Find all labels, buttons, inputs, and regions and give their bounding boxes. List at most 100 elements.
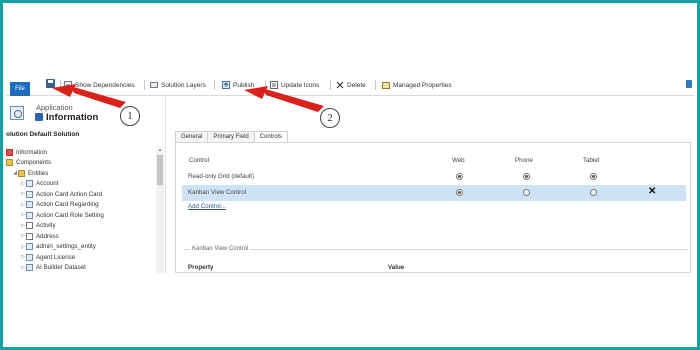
- step-badge-2: 2: [320, 108, 340, 128]
- control-name: Read-only Grid (default): [188, 173, 255, 180]
- toolbar-divider: [265, 80, 266, 90]
- tab-bar: General Primary Field Controls: [175, 131, 289, 142]
- tab-primary-field[interactable]: Primary Field: [207, 131, 255, 142]
- tree-item-entity[interactable]: ▷ Action Card Action Card: [6, 189, 156, 200]
- entity-icon: [26, 264, 33, 272]
- web-radio[interactable]: [456, 189, 463, 196]
- column-phone: Phone: [515, 157, 533, 164]
- entity-icon: [26, 201, 33, 209]
- tree-scrollbar[interactable]: ▲: [156, 147, 164, 273]
- control-name: Kanban View Control: [188, 189, 247, 196]
- tree-item-entity[interactable]: ▷ admin_settings_entity: [6, 242, 156, 253]
- tab-general[interactable]: General: [175, 131, 209, 142]
- application-icon: [10, 106, 24, 120]
- publish-icon: [222, 81, 230, 89]
- tree-item-entity[interactable]: ▷ AI Builder Dataset: [6, 263, 156, 274]
- tree-item-label: Information: [16, 148, 47, 156]
- tablet-radio[interactable]: [590, 173, 597, 180]
- entity-icon: [26, 190, 33, 198]
- phone-radio[interactable]: [523, 189, 530, 196]
- tree-item-label: Action Card Role Setting: [36, 211, 104, 219]
- tree-item-label: admin_settings_entity: [36, 243, 96, 251]
- toolbar-divider: [144, 80, 145, 90]
- entities-icon: [18, 169, 25, 177]
- layers-icon: [150, 81, 158, 89]
- address-icon: [26, 232, 33, 240]
- show-dependencies-button[interactable]: Show Dependencies: [64, 79, 135, 91]
- scroll-up-icon[interactable]: ▲: [156, 147, 164, 153]
- tree-item-components[interactable]: Components: [6, 158, 156, 169]
- toolbar-divider: [60, 80, 61, 90]
- component-tree: Information Components ◢ Entities ▷ Acco…: [6, 147, 156, 273]
- dependencies-icon: [64, 81, 72, 89]
- publish-label: Publish: [233, 81, 255, 89]
- tree-item-entity[interactable]: ▷ Account: [6, 179, 156, 190]
- entity-icon: [26, 180, 33, 188]
- update-icons-button[interactable]: Update Icons: [270, 79, 319, 91]
- tree-item-entity[interactable]: ▷ Agent License: [6, 252, 156, 263]
- scroll-thumb[interactable]: [157, 155, 163, 185]
- solution-explorer: Application Information olution Default …: [6, 97, 166, 273]
- tree-item-label: Entities: [28, 169, 49, 177]
- delete-label: Delete: [347, 81, 366, 89]
- tree-item-label: Action Card Regarding: [36, 201, 99, 209]
- delete-icon: [336, 81, 344, 89]
- help-icon[interactable]: [686, 80, 692, 88]
- managed-properties-icon: [382, 81, 390, 89]
- components-icon: [6, 159, 13, 167]
- entity-icon: [26, 211, 33, 219]
- update-icons-icon: [270, 81, 278, 89]
- toolbar-divider: [375, 80, 376, 90]
- tree-item-label: Activity: [36, 222, 56, 230]
- web-radio[interactable]: [456, 173, 463, 180]
- controls-grid-header: Control Web Phone Tablet: [186, 157, 686, 167]
- tree-item-entities[interactable]: ◢ Entities: [6, 168, 156, 179]
- column-tablet: Tablet: [583, 157, 600, 164]
- save-icon[interactable]: [46, 79, 55, 88]
- managed-properties-button[interactable]: Managed Properties: [382, 79, 452, 91]
- tree-item-label: Address: [36, 232, 59, 240]
- add-control-link[interactable]: Add Control...: [188, 203, 226, 210]
- delete-button[interactable]: Delete: [336, 79, 366, 91]
- step-badge-1: 1: [120, 106, 140, 126]
- tree-item-label: AI Builder Dataset: [36, 264, 86, 272]
- tree-item-label: Action Card Action Card: [36, 190, 103, 198]
- solution-name: olution Default Solution: [6, 131, 80, 138]
- tablet-radio[interactable]: [590, 189, 597, 196]
- section-divider: [184, 249, 688, 250]
- tree-item-label: Components: [16, 159, 52, 167]
- file-button[interactable]: File: [10, 82, 30, 96]
- page-title: Information: [46, 112, 99, 123]
- toolbar-divider: [214, 80, 215, 90]
- control-row-kanban-view[interactable]: Kanban View Control ✕: [182, 185, 686, 201]
- command-bar: File Show Dependencies Solution Layers P…: [6, 72, 694, 96]
- entity-icon: [26, 243, 33, 251]
- information-icon: [6, 148, 13, 156]
- tree-item-information[interactable]: Information: [6, 147, 156, 158]
- tab-controls[interactable]: Controls: [253, 131, 289, 142]
- tree-item-entity[interactable]: ▷ Action Card Role Setting: [6, 210, 156, 221]
- tree-item-entity[interactable]: ▷ Activity: [6, 221, 156, 232]
- value-column-header: Value: [388, 264, 405, 271]
- tree-item-label: Agent License: [36, 253, 76, 261]
- app-subtitle: Application: [36, 103, 73, 112]
- activity-icon: [26, 222, 33, 230]
- publish-button[interactable]: Publish: [222, 79, 254, 91]
- solution-layers-label: Solution Layers: [161, 81, 206, 89]
- managed-properties-label: Managed Properties: [393, 81, 452, 89]
- tree-item-entity[interactable]: ▷ Address: [6, 231, 156, 242]
- kanban-section-title: Kanban View Control: [190, 246, 251, 252]
- update-icons-label: Update Icons: [281, 81, 320, 89]
- entity-icon: [35, 113, 43, 121]
- column-control: Control: [189, 157, 209, 164]
- property-column-header: Property: [188, 264, 214, 271]
- solution-layers-button[interactable]: Solution Layers: [150, 79, 206, 91]
- tree-item-entity[interactable]: ▷ Action Card Regarding: [6, 200, 156, 211]
- tree-item-label: Account: [36, 180, 59, 188]
- phone-radio[interactable]: [523, 173, 530, 180]
- control-row-read-only-grid[interactable]: Read-only Grid (default): [182, 169, 686, 185]
- remove-control-icon[interactable]: ✕: [648, 186, 656, 197]
- column-web: Web: [452, 157, 465, 164]
- controls-panel: Control Web Phone Tablet Read-only Grid …: [175, 142, 691, 273]
- toolbar-divider: [330, 80, 331, 90]
